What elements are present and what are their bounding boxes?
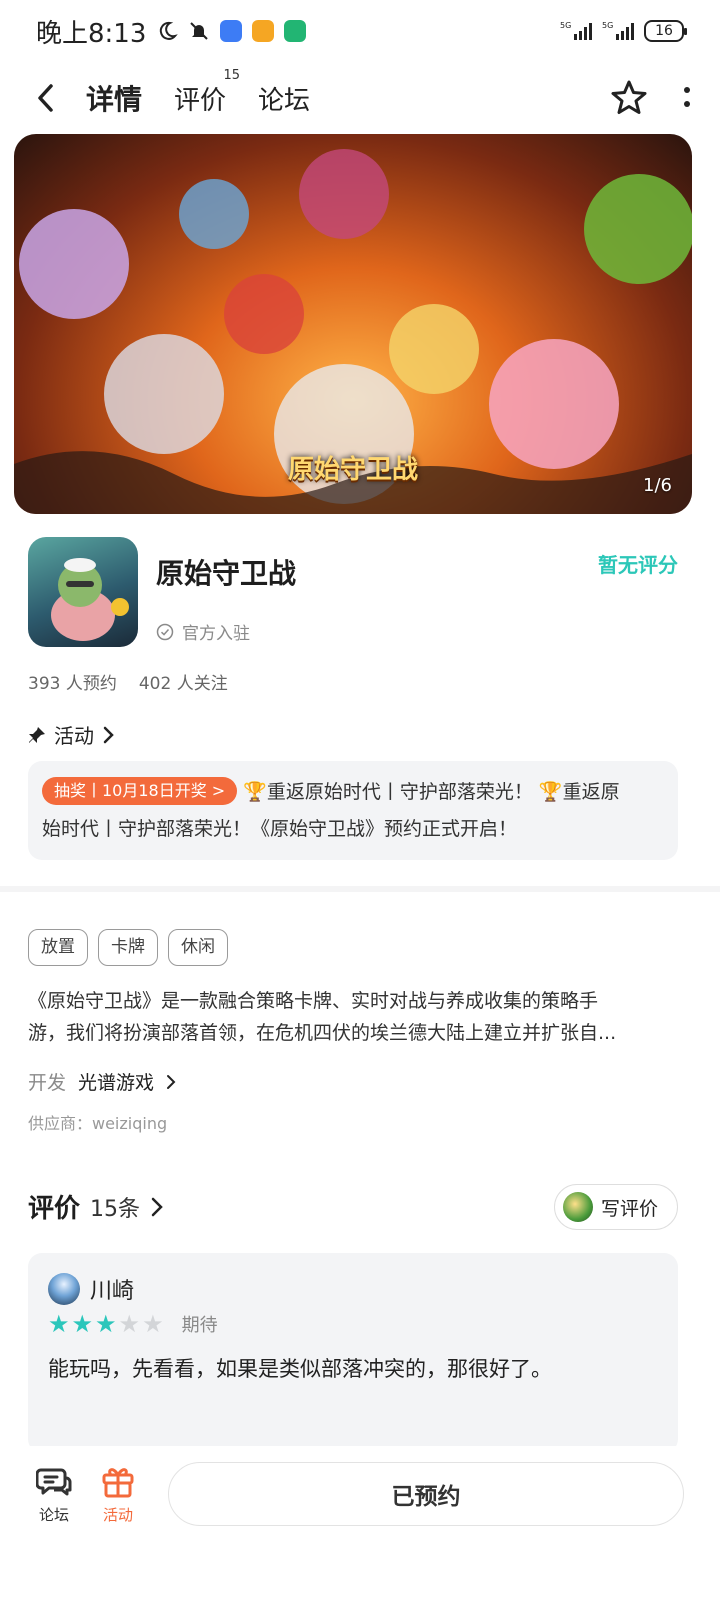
reviews-count: 15条	[90, 1196, 141, 1222]
reviews-title: 评价	[28, 1194, 81, 1224]
banner-page-counter: 1/6	[643, 475, 672, 496]
chevron-right-icon	[151, 1197, 163, 1216]
activity-title: 活动	[54, 724, 94, 748]
game-description[interactable]: 《原始守卫战》是一款融合策略卡牌、实时对战与养成收集的策略手 游，我们将扮演部落…	[28, 985, 678, 1049]
chevron-right-icon	[103, 726, 114, 743]
write-review-label: 写评价	[601, 1197, 659, 1220]
bottom-activity-button[interactable]: 活动	[86, 1464, 150, 1525]
banner-logo: 原始守卫战	[287, 455, 419, 485]
status-icons-right: 5G 5G 16	[560, 20, 687, 42]
section-divider	[0, 886, 720, 892]
developer-name: 光谱游戏	[78, 1072, 155, 1094]
gift-icon	[102, 1468, 134, 1498]
game-icon	[28, 537, 138, 647]
tab-forum[interactable]: 论坛	[258, 80, 310, 117]
write-review-button[interactable]: 写评价	[554, 1184, 678, 1230]
official-badge: 官方入驻	[156, 619, 250, 644]
game-icon-artwork	[51, 558, 129, 641]
description-line1: 《原始守卫战》是一款融合策略卡牌、实时对战与养成收集的策略手	[28, 990, 599, 1012]
back-button[interactable]	[28, 80, 64, 116]
tag-idle[interactable]: 放置	[28, 929, 88, 966]
bottom-forum-label: 论坛	[38, 1506, 69, 1524]
message-app-icon	[252, 20, 275, 42]
signal-icon: 5G	[560, 21, 592, 40]
nav-actions	[610, 79, 692, 117]
reviewer: 川崎	[48, 1273, 134, 1305]
genre-tags: 放置 卡牌 休闲	[28, 929, 228, 966]
status-time: 晚上8:13	[36, 18, 147, 49]
svg-text:5G: 5G	[602, 21, 613, 30]
verified-check-icon	[156, 623, 174, 640]
tab-details[interactable]: 详情	[86, 78, 143, 120]
user-avatar	[563, 1192, 593, 1222]
tab-reviews-label: 评价	[174, 85, 227, 116]
tag-card[interactable]: 卡牌	[98, 929, 158, 966]
rating-label: 期待	[181, 1315, 218, 1336]
description-line2: 游，我们将扮演部落首领，在危机四伏的埃兰德大陆上建立并扩张自...	[28, 1022, 617, 1044]
moon-icon	[160, 21, 179, 40]
reserved-button[interactable]: 已预约	[168, 1462, 684, 1526]
pin-icon	[29, 726, 45, 743]
follower-count: 402 人关注	[138, 674, 228, 694]
tag-casual[interactable]: 休闲	[168, 929, 228, 966]
bell-muted-icon	[190, 22, 209, 40]
review-text: 能玩吗，先看看，如果是类似部落冲突的，那很好了。	[48, 1357, 552, 1381]
star-icon: ★	[71, 1310, 94, 1338]
review-rating: ★ ★ ★ ★ ★ 期待	[48, 1311, 218, 1337]
reviewer-name[interactable]: 川崎	[90, 1273, 134, 1305]
bottom-forum-button[interactable]: 论坛	[22, 1464, 86, 1525]
developer-label: 开发	[28, 1072, 67, 1094]
review-card[interactable]: 川崎 ★ ★ ★ ★ ★ 期待 能玩吗，先看看，如果是类似部落冲突的，那很好了。	[28, 1253, 678, 1453]
lottery-tag[interactable]: 抽奖丨10月18日开奖 >	[42, 777, 238, 805]
top-nav: 详情 评价 15 论坛	[0, 62, 720, 134]
video-app-icon	[220, 20, 243, 42]
reservation-count: 393 人预约	[28, 674, 117, 694]
bottom-activity-label: 活动	[102, 1506, 133, 1524]
chevron-right-icon	[167, 1074, 176, 1089]
rating-status: 暂无评分	[598, 553, 678, 577]
reviewer-avatar[interactable]	[48, 1273, 80, 1305]
activity-card[interactable]: 抽奖丨10月18日开奖 > 🏆重返原始时代丨守护部落荣光！ 🏆重返原 始时代丨守护…	[28, 761, 678, 860]
star-empty-icon: ★	[118, 1310, 141, 1338]
developer-row[interactable]: 开发 光谱游戏	[28, 1068, 176, 1095]
svg-text:5G: 5G	[560, 21, 571, 30]
star-icon: ★	[48, 1310, 70, 1338]
forum-chat-icon	[36, 1468, 72, 1496]
star-empty-icon: ★	[142, 1310, 164, 1338]
tab-reviews-badge: 15	[223, 67, 241, 83]
status-bar: 晚上8:13 5G 5G 16	[0, 0, 720, 62]
tab-details-label: 详情	[86, 83, 143, 116]
tab-forum-label: 论坛	[258, 85, 311, 116]
status-icons-left	[156, 20, 307, 42]
reviews-header[interactable]: 评价 15条	[28, 1188, 164, 1225]
star-icon: ★	[95, 1310, 117, 1338]
official-label: 官方入驻	[182, 624, 250, 644]
activity-text-line1: 🏆重返原始时代丨守护部落荣光！ 🏆重返原	[243, 781, 620, 803]
game-stats: 393 人预约 402 人关注	[28, 669, 228, 694]
supplier-info: 供应商：weiziqing	[28, 1114, 168, 1133]
update-app-icon	[284, 20, 307, 42]
favorite-star-icon[interactable]	[610, 79, 648, 117]
bottom-action-bar: 论坛 活动 已预约	[0, 1446, 720, 1600]
battery-indicator: 16	[644, 20, 687, 42]
more-icon[interactable]	[682, 84, 692, 112]
signal-icon-2: 5G	[602, 21, 634, 40]
game-banner[interactable]: 原始守卫战 1/6	[14, 134, 692, 514]
game-title: 原始守卫战	[156, 557, 297, 590]
tab-reviews[interactable]: 评价 15	[174, 68, 240, 117]
back-arrow-icon	[38, 84, 53, 112]
activity-text-line2: 始时代丨守护部落荣光！《原始守卫战》预约正式开启！	[42, 818, 518, 840]
activity-section-header[interactable]: 活动	[28, 720, 114, 749]
